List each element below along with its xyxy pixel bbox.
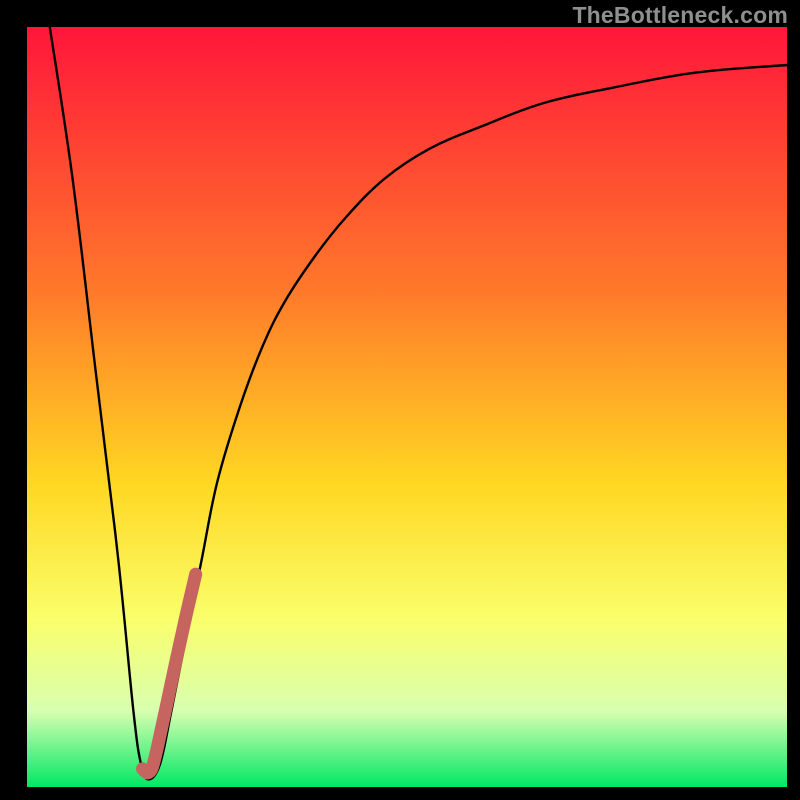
- plot-area: [27, 27, 787, 787]
- chart-frame: TheBottleneck.com: [0, 0, 800, 800]
- gradient-background: [27, 27, 787, 787]
- watermark-text: TheBottleneck.com: [572, 2, 788, 29]
- plot-svg: [27, 27, 787, 787]
